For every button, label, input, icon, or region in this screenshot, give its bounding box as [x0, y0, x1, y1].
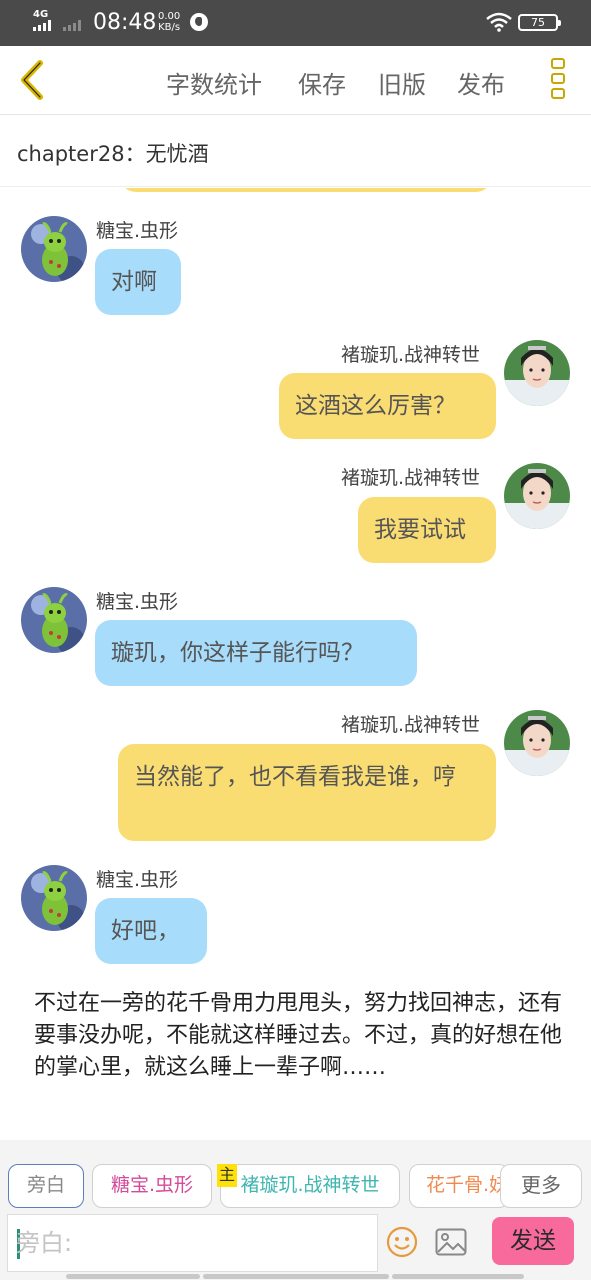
- chat-bubble[interactable]: 这酒这么厉害？: [279, 373, 496, 439]
- chat-bubble[interactable]: 好吧，: [95, 898, 207, 964]
- battery-icon: 75: [518, 14, 561, 31]
- signal-2-icon: [63, 20, 81, 31]
- nav-bar-segment: [392, 1274, 524, 1279]
- composer-panel: 旁白 糖宝.虫形 褚璇玑.战神转世 主 花千骨.妖 更多 发送: [0, 1140, 591, 1280]
- signal-icon: [33, 20, 51, 31]
- chat-bubble[interactable]: 对啊: [95, 249, 181, 315]
- status-time: 08:48: [93, 10, 157, 35]
- more-vertical-icon[interactable]: [551, 58, 567, 102]
- avatar-xuanji[interactable]: [504, 710, 570, 776]
- save-button[interactable]: 保存: [298, 65, 346, 100]
- message-input-box[interactable]: [7, 1214, 378, 1272]
- main-role-badge: 主: [217, 1164, 237, 1187]
- chapter-title[interactable]: chapter28：无忧酒: [17, 138, 209, 168]
- role-chip-huaqiangu[interactable]: 花千骨.妖: [409, 1164, 509, 1208]
- chat-bubble-partial: [120, 188, 492, 192]
- speed-value: 0.00: [158, 11, 181, 22]
- sender-name: 糖宝.虫形: [96, 220, 179, 242]
- chat-bubble[interactable]: 当然能了，也不看看我是谁，哼: [118, 744, 496, 841]
- chevron-left-icon[interactable]: [14, 58, 50, 102]
- nav-bar-segment: [203, 1274, 389, 1279]
- network-speed: 0.00 KB/s: [158, 11, 180, 33]
- word-count-button[interactable]: 字数统计: [166, 65, 262, 100]
- role-chip-tangbao[interactable]: 糖宝.虫形: [92, 1164, 212, 1208]
- chat-bubble[interactable]: 我要试试: [358, 497, 496, 563]
- avatar-tangbao[interactable]: [21, 865, 87, 931]
- smiley-icon[interactable]: [386, 1226, 418, 1258]
- more-roles-button[interactable]: 更多: [500, 1164, 582, 1208]
- chat-area[interactable]: 糖宝.虫形 对啊 褚璇玑.战神转世 这酒这么厉害？ 褚璇玑.战神转世 我要试试: [0, 188, 591, 1140]
- avatar-xuanji[interactable]: [504, 463, 570, 529]
- role-chip-narrator[interactable]: 旁白: [8, 1164, 84, 1208]
- nav-bar-segment: [66, 1274, 200, 1279]
- status-bar: 4G 08:48 0.00 KB/s 75: [0, 0, 591, 46]
- image-icon[interactable]: [435, 1228, 467, 1256]
- sender-name: 糖宝.虫形: [96, 591, 179, 613]
- sender-name: 褚璇玑.战神转世: [341, 467, 481, 489]
- chapter-header: chapter28：无忧酒: [0, 116, 591, 187]
- publish-button[interactable]: 发布: [457, 65, 505, 100]
- send-button[interactable]: 发送: [492, 1217, 574, 1265]
- globe-icon: [190, 13, 208, 31]
- sender-name: 褚璇玑.战神转世: [341, 714, 481, 736]
- old-version-button[interactable]: 旧版: [378, 65, 426, 100]
- avatar-xuanji[interactable]: [504, 340, 570, 406]
- speed-unit: KB/s: [158, 22, 181, 33]
- wifi-icon: [486, 12, 512, 32]
- sender-name: 糖宝.虫形: [96, 869, 179, 891]
- narration-text[interactable]: 不过在一旁的花千骨用力甩甩头，努力找回神志，还有要事没办呢，不能就这样睡过去。不…: [34, 988, 564, 1084]
- editor-toolbar: 字数统计 保存 旧版 发布: [0, 46, 591, 115]
- avatar-tangbao[interactable]: [21, 216, 87, 282]
- avatar-tangbao[interactable]: [21, 587, 87, 653]
- sender-name: 褚璇玑.战神转世: [341, 344, 481, 366]
- message-input[interactable]: [16, 1223, 371, 1263]
- role-chip-xuanji[interactable]: 褚璇玑.战神转世: [220, 1164, 400, 1208]
- chat-bubble[interactable]: 璇玑，你这样子能行吗？: [95, 620, 417, 686]
- network-type: 4G: [33, 9, 49, 20]
